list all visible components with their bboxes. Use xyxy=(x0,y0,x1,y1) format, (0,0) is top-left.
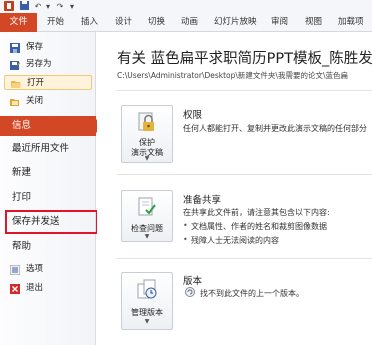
save-as-command[interactable]: 另存为 xyxy=(4,57,92,72)
document-title: 有关 蓝色扁平求职简历PPT模板_陈胜发 xyxy=(117,51,372,67)
redo-icon[interactable]: ↷ xyxy=(55,1,65,12)
close-label: 关闭 xyxy=(26,96,44,106)
chevron-down-icon[interactable]: ▾ xyxy=(44,1,52,12)
open-command[interactable]: 打开 xyxy=(4,75,92,90)
options-icon xyxy=(9,264,21,276)
options-label: 选项 xyxy=(26,264,44,274)
tab-design[interactable]: 设计 xyxy=(115,13,132,32)
nav-print[interactable]: 打印 xyxy=(0,188,96,208)
undo-icon[interactable]: ↶ xyxy=(33,1,43,12)
exit-command[interactable]: 退出 xyxy=(4,281,92,296)
tab-home[interactable]: 开始 xyxy=(47,13,64,32)
save-as-icon xyxy=(10,60,20,70)
tab-file[interactable]: 文件 xyxy=(0,13,37,32)
permissions-text: 任何人都能打开、复制并更改此演示文稿的任何部分 xyxy=(183,124,367,133)
backstage-nav: 保存 另存为 打开 关闭 信息 最近所用文件 新建 打印 保存并发送 帮助 选项… xyxy=(0,32,103,345)
prepare-title: 准备共享 xyxy=(183,195,222,206)
tab-animations[interactable]: 动画 xyxy=(181,13,198,32)
document-path: C:\Users\Administrator\Desktop\新建文件夹\我需要… xyxy=(117,71,348,80)
nav-help[interactable]: 帮助 xyxy=(0,237,96,257)
tab-review[interactable]: 审阅 xyxy=(271,13,288,32)
options-command[interactable]: 选项 xyxy=(4,262,92,277)
save-as-label: 另存为 xyxy=(26,59,52,69)
save-label: 保存 xyxy=(26,42,44,52)
tab-addins[interactable]: 加载项 xyxy=(338,13,364,32)
highlight-box xyxy=(5,210,98,234)
chevron-down-icon: ▼ xyxy=(144,233,150,240)
exit-icon xyxy=(10,284,20,294)
ribbon: ↶ ▾ ↷ ▾ 文件 开始 插入 设计 切换 动画 幻灯片放映 审阅 视图 加载… xyxy=(0,0,372,32)
versions-icon xyxy=(136,278,158,300)
version-info-icon xyxy=(185,287,195,297)
tab-insert[interactable]: 插入 xyxy=(81,13,98,32)
nav-recent[interactable]: 最近所用文件 xyxy=(0,139,96,159)
versions-text: 找不到此文件的上一个版本。 xyxy=(200,289,304,298)
save-icon[interactable] xyxy=(18,1,30,12)
manage-versions-button[interactable]: 管理版本 ▼ xyxy=(121,272,173,330)
tab-view[interactable]: 视图 xyxy=(305,13,322,32)
quick-access-toolbar: ↶ ▾ ↷ ▾ xyxy=(0,0,372,13)
nav-info[interactable]: 信息 xyxy=(0,116,103,136)
divider xyxy=(117,174,372,175)
folder-open-icon xyxy=(11,79,21,89)
customize-qat-icon[interactable]: ▾ xyxy=(68,1,76,12)
open-label: 打开 xyxy=(27,78,45,88)
app-logo-icon[interactable] xyxy=(3,1,15,12)
tab-slideshow[interactable]: 幻灯片放映 xyxy=(214,13,257,32)
prepare-bullet: 残障人士无法阅读的内容 xyxy=(183,235,279,246)
document-check-icon xyxy=(136,196,158,218)
check-issues-button[interactable]: 检查问题 ▼ xyxy=(121,190,173,242)
manage-versions-label: 管理版本 xyxy=(131,308,163,317)
protect-presentation-button[interactable]: 保护 演示文稿 ▼ xyxy=(121,105,173,163)
lock-key-icon xyxy=(136,111,158,133)
prepare-bullet: 文档属性、作者的姓名和裁剪图像数据 xyxy=(183,221,327,232)
chevron-down-icon: ▼ xyxy=(144,318,150,325)
divider xyxy=(117,90,372,91)
prepare-text: 在共享此文件前，请注意其包含以下内容: xyxy=(183,208,330,217)
versions-title: 版本 xyxy=(183,276,203,287)
ribbon-tabs: 文件 开始 插入 设计 切换 动画 幻灯片放映 审阅 视图 加载项 xyxy=(0,13,372,32)
close-command[interactable]: 关闭 xyxy=(4,94,92,109)
save-command[interactable]: 保存 xyxy=(4,40,92,55)
close-file-icon xyxy=(10,97,20,107)
nav-new[interactable]: 新建 xyxy=(0,163,96,183)
divider xyxy=(117,258,372,259)
chevron-down-icon: ▼ xyxy=(144,155,150,162)
exit-label: 退出 xyxy=(26,283,44,293)
info-pane: 有关 蓝色扁平求职简历PPT模板_陈胜发 C:\Users\Administra… xyxy=(97,32,372,345)
tab-transitions[interactable]: 切换 xyxy=(148,13,165,32)
save-icon xyxy=(10,43,20,53)
permissions-title: 权限 xyxy=(183,110,203,121)
